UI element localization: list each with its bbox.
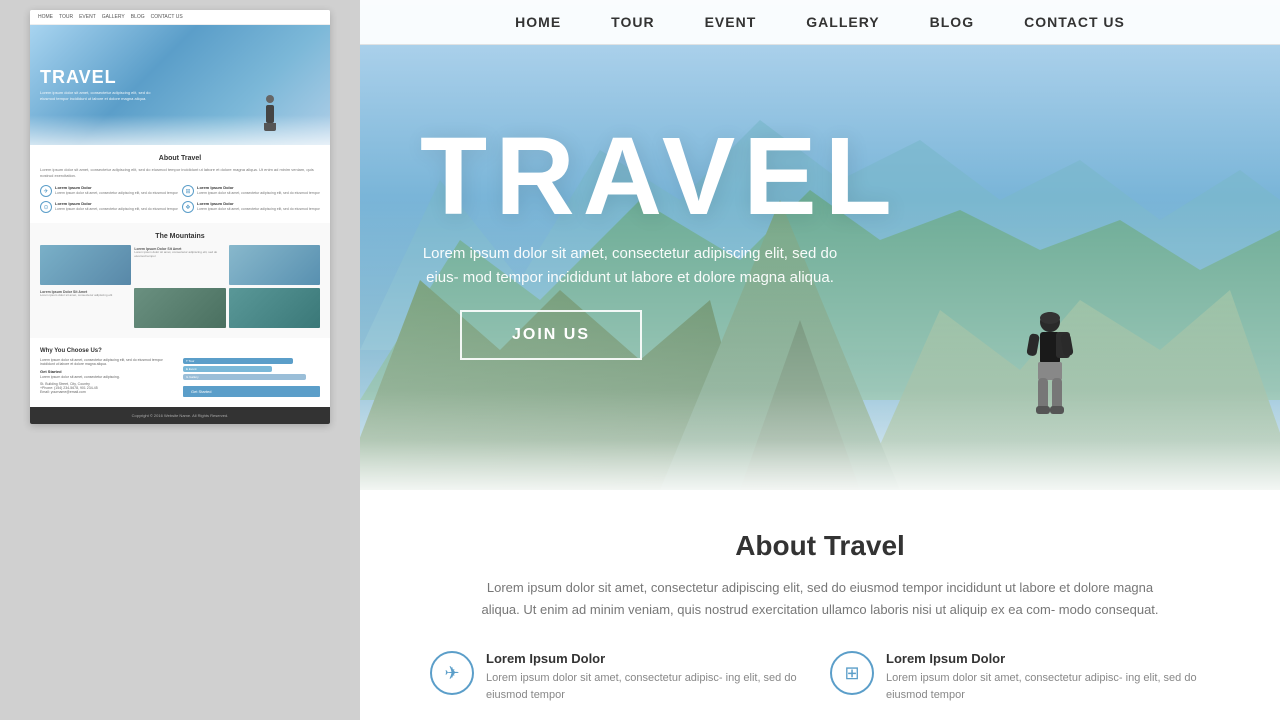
preview-mountains-title: The Mountains (40, 233, 320, 240)
preview-why: Why You Choose Us? Lorem ipsum dolor sit… (30, 338, 330, 407)
preview-footer: Copyright © 2016 Website Name. All Right… (30, 407, 330, 424)
feature-icon-grid: ⊞ (830, 651, 874, 695)
feature-label-0: Lorem Ipsum Dolor (486, 651, 810, 666)
preview-get-started-btn[interactable]: Get Started (183, 386, 320, 397)
preview-hero-figure (260, 95, 280, 130)
main-nav-contact[interactable]: CONTACT US (1024, 14, 1125, 30)
preview-feature-3: ❖ Lorem Ipsum Dolor Lorem ipsum dolor si… (182, 201, 320, 213)
hero-fog (360, 390, 1280, 490)
feature-text-0: Lorem Ipsum Dolor Lorem ipsum dolor sit … (486, 651, 810, 703)
main-nav-home[interactable]: HOME (515, 14, 561, 30)
about-section: About Travel Lorem ipsum dolor sit amet,… (360, 490, 1280, 720)
feature-icon-plane: ✈ (430, 651, 474, 695)
preview-about-description: Lorem ipsum dolor sit amet, consectetur … (40, 167, 320, 179)
preview-bar-2: G Gallery (183, 374, 306, 380)
preview-gallery-item-2 (229, 245, 320, 285)
preview-feature-text-1: Lorem Ipsum Dolor Lorem ipsum dolor sit … (197, 185, 320, 196)
preview-gallery-grid: Lorem Ipsum Dolor Sit Amet Lorem ipsum d… (40, 245, 320, 328)
preview-why-left: Lorem ipsum dolor sit amet, consectetur … (40, 358, 177, 397)
preview-feature-1: ⊞ Lorem Ipsum Dolor Lorem ipsum dolor si… (182, 185, 320, 197)
preview-feature-text-0: Lorem Ipsum Dolor Lorem ipsum dolor sit … (55, 185, 178, 196)
preview-why-layout: Lorem ipsum dolor sit amet, consectetur … (40, 358, 320, 397)
preview-feature-text-3: Lorem Ipsum Dolor Lorem ipsum dolor sit … (197, 201, 320, 212)
about-description: Lorem ipsum dolor sit amet, consectetur … (480, 577, 1160, 621)
feature-item-1: ⊞ Lorem Ipsum Dolor Lorem ipsum dolor si… (830, 651, 1210, 703)
preview-gallery-item-0 (40, 245, 131, 285)
preview-about: About Travel Lorem ipsum dolor sit amet,… (30, 145, 330, 223)
preview-nav-home[interactable]: HOME (38, 14, 53, 20)
feature-label-1: Lorem Ipsum Dolor (886, 651, 1210, 666)
main-hero-title: TRAVEL (420, 122, 900, 232)
main-nav-tour[interactable]: TOUR (611, 14, 654, 30)
feature-text-1: Lorem Ipsum Dolor Lorem ipsum dolor sit … (886, 651, 1210, 703)
preview-gallery-img-0 (40, 245, 131, 285)
preview-gallery-item-3: Lorem Ipsum Dolor Sit Amet Lorem ipsum d… (40, 288, 131, 328)
preview-nav-tour[interactable]: TOUR (59, 14, 73, 20)
features-grid: ✈ Lorem Ipsum Dolor Lorem ipsum dolor si… (430, 651, 1210, 703)
preview-feature-icon-1: ⊞ (182, 185, 194, 197)
preview-nav-blog[interactable]: BLOG (131, 14, 145, 20)
preview-why-right: T Tour E Event G Gallery Get Started (183, 358, 320, 397)
preview-why-title: Why You Choose Us? (40, 348, 320, 354)
main-nav-blog[interactable]: BLOG (930, 14, 974, 30)
preview-feature-icon-2: ⊙ (40, 201, 52, 213)
preview-nav-event[interactable]: EVENT (79, 14, 96, 20)
preview-gallery-item-5 (229, 288, 320, 328)
preview-features-grid: ✈ Lorem Ipsum Dolor Lorem ipsum dolor si… (40, 185, 320, 213)
preview-feature-2: ⊙ Lorem Ipsum Dolor Lorem ipsum dolor si… (40, 201, 178, 213)
preview-hero-title: TRAVEL (40, 68, 160, 86)
preview-bar-0: T Tour (183, 358, 293, 364)
preview-nav: HOME TOUR EVENT GALLERY BLOG CONTACT US (30, 10, 330, 25)
preview-feature-icon-0: ✈ (40, 185, 52, 197)
preview-gallery-item-1: Lorem Ipsum Dolor Sit Amet Lorem ipsum d… (134, 245, 225, 285)
about-title: About Travel (420, 530, 1220, 562)
preview-gallery-img-4 (134, 288, 225, 328)
preview-nav-gallery[interactable]: GALLERY (102, 14, 125, 20)
main-hero-subtitle: Lorem ipsum dolor sit amet, consectetur … (420, 242, 840, 290)
feature-item-0: ✈ Lorem Ipsum Dolor Lorem ipsum dolor si… (430, 651, 810, 703)
preview-gallery-img-2 (229, 245, 320, 285)
preview-gallery-img-5 (229, 288, 320, 328)
preview-hero-fog (30, 115, 330, 145)
preview-hero-text: TRAVEL Lorem ipsum dolor sit amet, conse… (40, 68, 160, 101)
main-nav-gallery[interactable]: GALLERY (806, 14, 879, 30)
join-us-button[interactable]: JOIN US (460, 310, 642, 360)
hero-content: TRAVEL Lorem ipsum dolor sit amet, conse… (420, 122, 900, 360)
preview-hero-subtitle: Lorem ipsum dolor sit amet, consectetur … (40, 90, 160, 101)
preview-mountains: The Mountains Lorem Ipsum Dolor Sit Amet… (30, 223, 330, 338)
main-nav: HOME TOUR EVENT GALLERY BLOG CONTACT US (360, 0, 1280, 45)
preview-website: HOME TOUR EVENT GALLERY BLOG CONTACT US … (30, 10, 330, 424)
preview-bar-1: E Event (183, 366, 272, 372)
main-hero: TRAVEL Lorem ipsum dolor sit amet, conse… (360, 0, 1280, 490)
preview-hero: TRAVEL Lorem ipsum dolor sit amet, conse… (30, 25, 330, 145)
preview-about-title: About Travel (40, 155, 320, 162)
preview-feature-0: ✈ Lorem Ipsum Dolor Lorem ipsum dolor si… (40, 185, 178, 197)
preview-nav-contact[interactable]: CONTACT US (151, 14, 183, 20)
preview-gallery-item-4 (134, 288, 225, 328)
main-nav-event[interactable]: EVENT (705, 14, 757, 30)
feature-desc-0: Lorem ipsum dolor sit amet, consectetur … (486, 670, 810, 703)
hero-person-figure (1020, 310, 1080, 430)
right-main-panel[interactable]: TRAVEL Lorem ipsum dolor sit amet, conse… (360, 0, 1280, 720)
feature-desc-1: Lorem ipsum dolor sit amet, consectetur … (886, 670, 1210, 703)
preview-feature-icon-3: ❖ (182, 201, 194, 213)
preview-feature-text-2: Lorem Ipsum Dolor Lorem ipsum dolor sit … (55, 201, 178, 212)
left-preview-panel: HOME TOUR EVENT GALLERY BLOG CONTACT US … (0, 0, 360, 720)
